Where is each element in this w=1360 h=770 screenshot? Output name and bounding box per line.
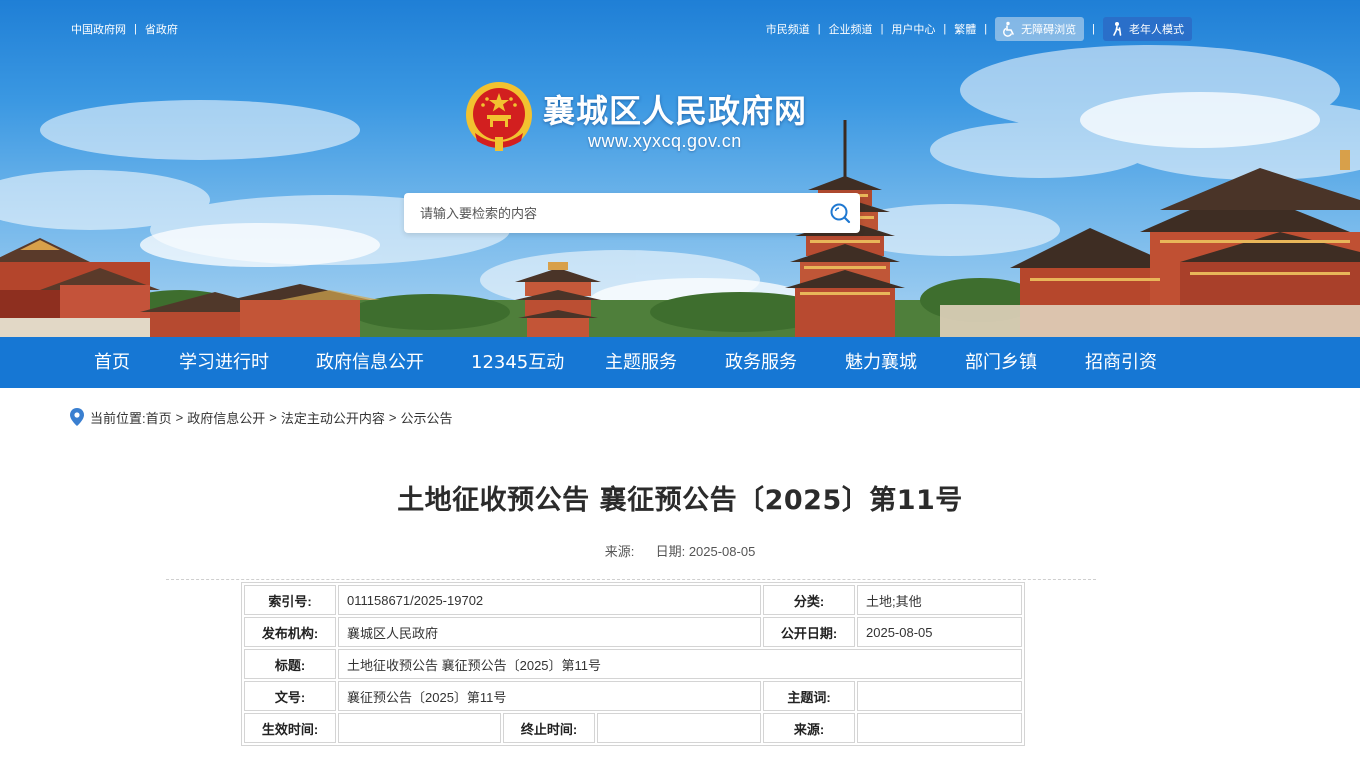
link-central-gov[interactable]: 中国政府网 [71, 21, 126, 37]
divider: | [817, 23, 821, 35]
elderly-icon [1113, 22, 1122, 36]
topic-label: 主题词: [763, 681, 856, 711]
divider: | [943, 23, 947, 35]
table-row: 索引号: 011158671/2025-19702 分类: 土地;其他 [244, 585, 1023, 615]
table-row: 发布机构: 襄城区人民政府 公开日期: 2025-08-05 [244, 617, 1023, 647]
divider [166, 579, 1096, 580]
nav-item-gov-info[interactable]: 政府信息公开 [316, 337, 424, 388]
article-date-label: 日期: [655, 544, 686, 559]
search-input[interactable] [404, 193, 814, 233]
table-row: 文号: 襄征预公告〔2025〕第11号 主题词: [244, 681, 1023, 711]
divider: | [984, 23, 988, 35]
end-value [597, 713, 762, 743]
accessibility-label: 无障碍浏览 [1021, 24, 1077, 36]
source-label: 来源: [763, 713, 856, 743]
title-value: 土地征收预公告 襄征预公告〔2025〕第11号 [338, 649, 1023, 679]
breadcrumb-gov-info[interactable]: 政府信息公开 [187, 408, 265, 427]
article-meta: 来源: 日期: 2025-08-05 [0, 541, 1360, 560]
article-title: 土地征收预公告 襄征预公告〔2025〕第11号 [397, 485, 963, 516]
divider: | [880, 23, 884, 35]
main-nav: 首页 学习进行时 政府信息公开 12345互动 主题服务 政务服务 魅力襄城 部… [0, 337, 1360, 388]
pubdate-value: 2025-08-05 [857, 617, 1023, 647]
nav-item-study[interactable]: 学习进行时 [179, 337, 269, 388]
topic-value [857, 681, 1023, 711]
breadcrumb-label: 当前位置: [90, 410, 146, 426]
title-label: 标题: [244, 649, 336, 679]
article-source-label: 来源: [604, 544, 635, 559]
site-url: www.xyxcq.gov.cn [588, 131, 742, 151]
publisher-label: 发布机构: [244, 617, 336, 647]
nav-item-home[interactable]: 首页 [94, 337, 130, 388]
national-emblem-icon [466, 82, 532, 151]
nav-item-charm[interactable]: 魅力襄城 [845, 337, 917, 388]
accessibility-icon [1003, 21, 1014, 37]
banner-scenery [0, 45, 1360, 337]
link-citizen-channel[interactable]: 市民频道 [766, 21, 810, 37]
site-name: 襄城区人民政府网 [543, 92, 808, 130]
nav-item-12345[interactable]: 12345互动 [471, 337, 564, 388]
category-label: 分类: [763, 585, 856, 615]
link-enterprise-channel[interactable]: 企业频道 [829, 21, 873, 37]
category-value: 土地;其他 [857, 585, 1023, 615]
nav-item-gov-service[interactable]: 政务服务 [725, 337, 797, 388]
divider: | [1092, 23, 1095, 35]
breadcrumb: 当前位置: 首页 > 政府信息公开 > 法定主动公开内容 > 公示公告 [70, 407, 452, 427]
index-label: 索引号: [244, 585, 336, 615]
top-right-links: 市民频道 | 企业频道 | 用户中心 | 繁體 | 无障碍浏览 | 老年人模式 [766, 17, 1192, 41]
nav-item-topic-service[interactable]: 主题服务 [605, 337, 677, 388]
accessibility-button[interactable]: 无障碍浏览 [995, 17, 1085, 41]
docno-label: 文号: [244, 681, 336, 711]
link-traditional-chinese[interactable]: 繁體 [954, 21, 976, 37]
index-value: 011158671/2025-19702 [338, 585, 762, 615]
elderly-mode-label: 老年人模式 [1129, 24, 1184, 36]
breadcrumb-separator: > [175, 409, 184, 425]
breadcrumb-separator: > [269, 409, 277, 425]
breadcrumb-separator: > [388, 409, 397, 425]
nav-item-investment[interactable]: 招商引资 [1085, 337, 1157, 388]
docno-value: 襄征预公告〔2025〕第11号 [338, 681, 762, 711]
source-value [857, 713, 1023, 743]
publisher-value: 襄城区人民政府 [338, 617, 762, 647]
link-provincial-gov[interactable]: 省政府 [145, 21, 178, 37]
table-row: 生效时间: 终止时间: 来源: [244, 713, 1023, 743]
breadcrumb-notices[interactable]: 公示公告 [400, 408, 452, 427]
breadcrumb-statutory[interactable]: 法定主动公开内容 [281, 408, 385, 427]
pubdate-label: 公开日期: [763, 617, 856, 647]
breadcrumb-home[interactable]: 首页 [146, 408, 172, 427]
article-date: 2025-08-05 [688, 544, 756, 559]
search-bar [404, 193, 860, 233]
info-table: 索引号: 011158671/2025-19702 分类: 土地;其他 发布机构… [241, 582, 1026, 746]
nav-item-departments[interactable]: 部门乡镇 [965, 337, 1037, 388]
table-row: 标题: 土地征收预公告 襄征预公告〔2025〕第11号 [244, 649, 1023, 679]
header-banner: 中国政府网 | 省政府 市民频道 | 企业频道 | 用户中心 | 繁體 | 无障… [0, 0, 1360, 337]
top-left-links: 中国政府网 | 省政府 [71, 21, 178, 37]
effective-label: 生效时间: [244, 713, 336, 743]
location-pin-icon [70, 408, 84, 426]
search-icon[interactable] [828, 201, 852, 225]
link-user-center[interactable]: 用户中心 [891, 21, 935, 37]
divider: | [134, 23, 137, 35]
effective-value [338, 713, 501, 743]
end-label: 终止时间: [503, 713, 595, 743]
elderly-mode-button[interactable]: 老年人模式 [1103, 17, 1192, 41]
